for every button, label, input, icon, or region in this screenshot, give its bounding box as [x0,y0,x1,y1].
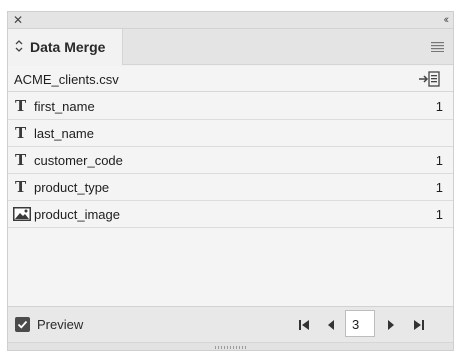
resize-grip[interactable] [8,342,453,350]
image-field-icon [13,207,31,221]
field-name: last_name [34,126,94,141]
field-row-customer-code[interactable]: T customer_code 1 [8,147,453,174]
panel-title: Data Merge [30,39,106,55]
grip-dots-icon [215,346,246,349]
field-count: 1 [435,99,443,114]
panel-content: ACME_clients.csv T first_name 1 T last_n… [8,66,453,306]
field-name: product_type [34,180,110,195]
tab-bar: Data Merge [8,29,453,65]
text-field-icon: T [15,97,27,115]
text-field-icon: T [15,178,27,196]
field-count: 1 [435,180,443,195]
last-record-icon[interactable] [412,318,426,332]
field-row-product-image[interactable]: product_image 1 [8,201,453,228]
field-name: customer_code [34,153,123,168]
preview-label: Preview [37,317,84,332]
field-name: product_image [34,207,120,222]
tab-data-merge[interactable]: Data Merge [8,29,123,65]
previous-record-icon[interactable] [324,318,338,332]
up-down-arrows-icon [15,40,23,52]
field-row-last-name[interactable]: T last_name [8,120,453,147]
field-row-product-type[interactable]: T product_type 1 [8,174,453,201]
data-merge-panel: ✕ ‹‹ Data Merge ACME_clients.csv T first… [7,11,454,351]
panel-footer: Preview 3 [8,306,453,342]
preview-checkbox[interactable] [15,317,30,332]
field-list: T first_name 1 T last_name T customer_co… [8,93,453,228]
data-source-filename: ACME_clients.csv [14,72,119,87]
record-number-input[interactable]: 3 [345,310,375,337]
checkmark-icon [17,320,28,329]
next-record-icon[interactable] [384,318,398,332]
field-count: 1 [435,153,443,168]
text-field-icon: T [15,124,27,142]
text-field-icon: T [15,151,27,169]
field-row-first-name[interactable]: T first_name 1 [8,93,453,120]
first-record-icon[interactable] [297,318,311,332]
field-name: first_name [34,99,95,114]
panel-topbar: ✕ ‹‹ [8,12,453,29]
double-chevron-left-icon[interactable]: ‹‹ [444,13,450,27]
close-icon[interactable]: ✕ [13,13,23,27]
data-source-row: ACME_clients.csv [8,66,453,92]
field-count: 1 [435,207,443,222]
panel-menu-icon[interactable] [431,42,444,52]
import-data-icon[interactable] [418,71,440,87]
